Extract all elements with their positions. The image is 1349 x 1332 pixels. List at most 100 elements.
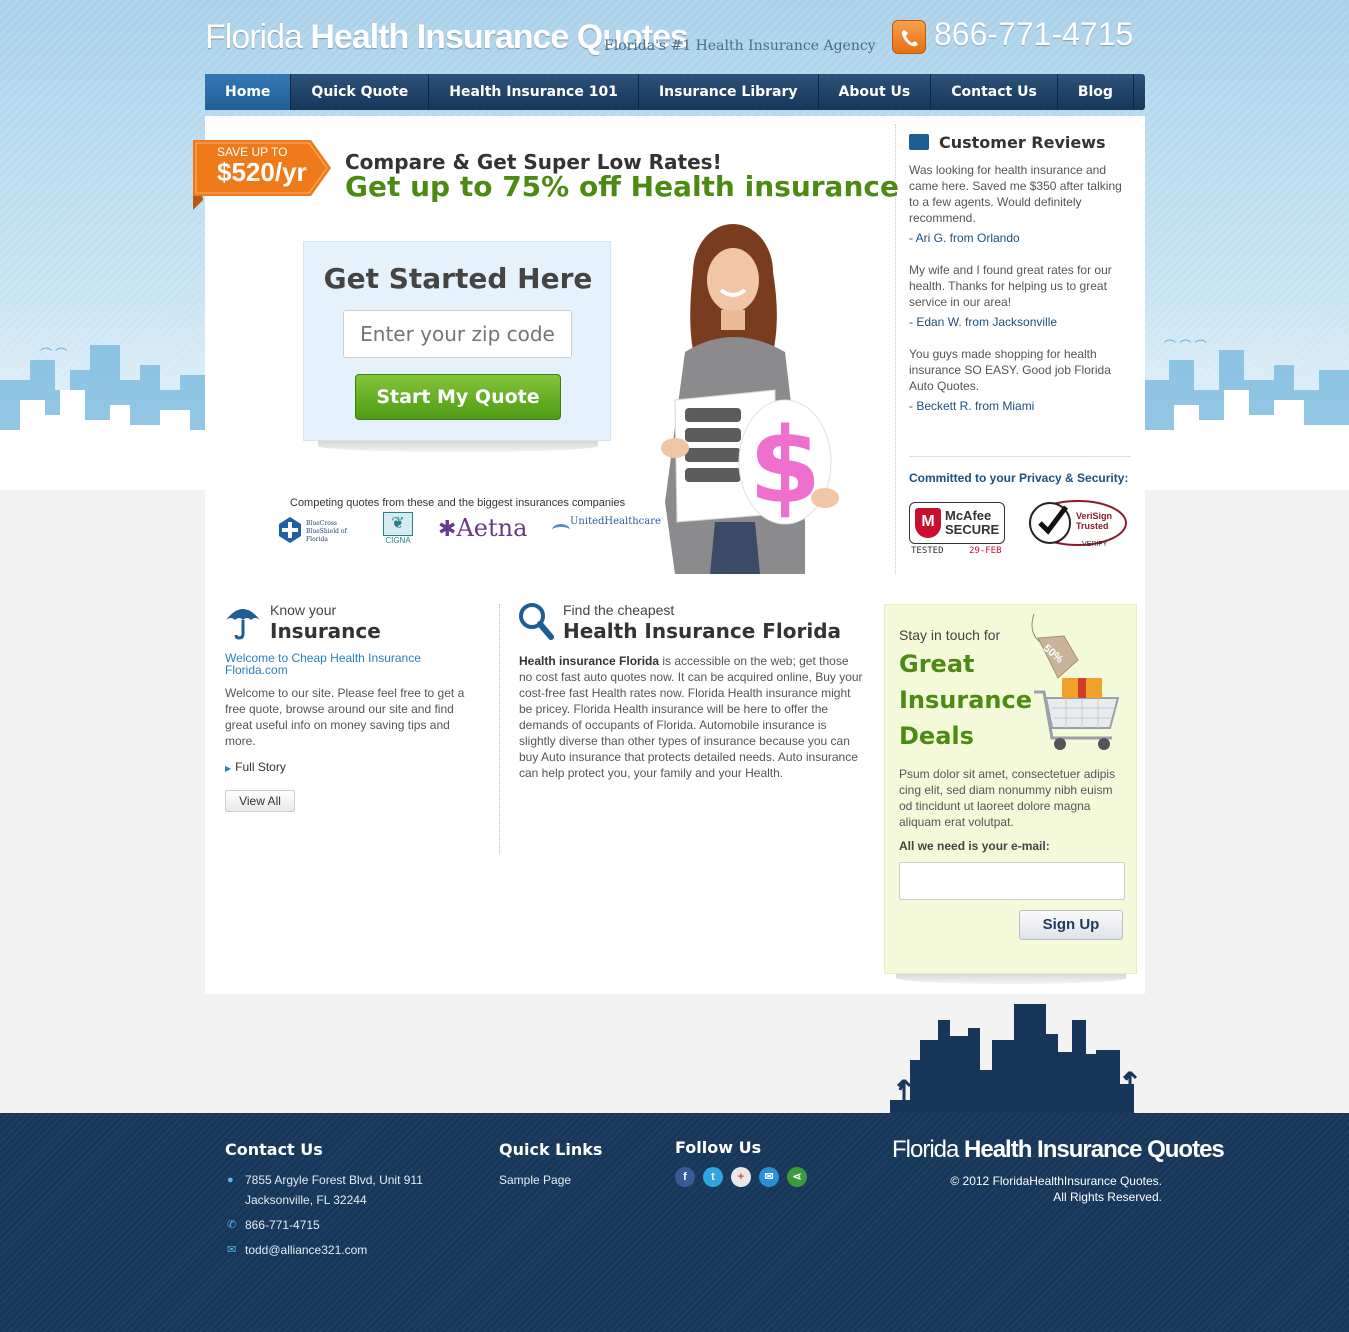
know-small-heading: Know your <box>270 602 337 618</box>
logo-light-text: Florida <box>205 18 311 56</box>
footer-email[interactable]: todd@alliance321.com <box>245 1243 367 1257</box>
svg-text:⌒ ⌒ ⌒: ⌒ ⌒ ⌒ <box>1164 339 1207 353</box>
review-author: - Beckett R. from Miami <box>909 399 1035 413</box>
facebook-icon[interactable]: f <box>675 1167 695 1187</box>
deals-line: Deals <box>899 722 974 750</box>
google-icon[interactable]: + <box>731 1167 751 1187</box>
review-author: - Ari G. from Orlando <box>909 231 1020 245</box>
quote-form: Get Started Here Start My Quote <box>303 241 611 441</box>
footer-phone[interactable]: 866-771-4715 <box>245 1218 320 1232</box>
email-label: All we need is your e-mail: <box>899 839 1050 853</box>
view-all-button[interactable]: View All <box>225 790 295 812</box>
deals-line: Great <box>899 650 975 678</box>
cigna-text: CIGNA <box>385 536 411 545</box>
competing-text: Competing quotes from these and the bigg… <box>290 497 626 509</box>
zip-code-input[interactable] <box>343 310 572 358</box>
footer-links-title: Quick Links <box>499 1140 603 1159</box>
find-text-body: is accessible on the web; get those no c… <box>519 654 863 780</box>
magnifier-icon <box>519 603 554 640</box>
deals-heading: Great Insurance Deals <box>899 646 1032 754</box>
know-text: Welcome to our site. Please feel free to… <box>225 686 465 748</box>
badge-amount: $520/yr <box>217 157 307 187</box>
bcbs-logo: BlueCross BlueShield of Florida <box>278 516 364 544</box>
footer-address-line2: Jacksonville, FL 32244 <box>245 1193 367 1207</box>
city-silhouette-right: ⌒ ⌒ ⌒ <box>1144 339 1349 490</box>
sign-up-button[interactable]: Sign Up <box>1019 910 1123 940</box>
copyright-line: All Rights Reserved. <box>1053 1190 1162 1204</box>
find-text: Health insurance Florida is accessible o… <box>519 653 863 781</box>
woman-holding-sign-image: $ <box>661 224 839 574</box>
header-phone[interactable]: 866-771-4715 <box>934 16 1133 53</box>
united-text: UnitedHealthcare <box>570 516 661 527</box>
copyright-line: © 2012 FloridaHealthInsurance Quotes. <box>950 1174 1162 1188</box>
nav-home[interactable]: Home <box>205 74 292 110</box>
nav-contact-us[interactable]: Contact Us <box>931 74 1058 110</box>
find-text-lead: Health insurance Florida <box>519 654 660 668</box>
united-healthcare-logo: UnitedHealthcare <box>552 516 661 544</box>
aetna-text: Aetna <box>456 514 528 542</box>
svg-text:⌒ ⌒: ⌒ ⌒ <box>40 347 67 361</box>
bcbs-text: BlueCross BlueShield of Florida <box>306 520 347 543</box>
cigna-tree-icon: ❦ <box>383 512 413 536</box>
reviews-title-text: Customer Reviews <box>939 133 1106 152</box>
know-big-heading: Insurance <box>270 619 381 643</box>
nav-about-us[interactable]: About Us <box>819 74 932 110</box>
mcafee-tested-text: TESTED <box>911 546 944 556</box>
mcafee-date: 29-FEB <box>969 546 1002 556</box>
privacy-heading: Committed to your Privacy & Security: <box>909 471 1129 485</box>
footer-link-sample-page[interactable]: Sample Page <box>499 1173 571 1187</box>
offer-heading: Get up to 75% off Health insurance <box>345 170 899 203</box>
mcafee-secure-badge[interactable]: M McAfee SECURE TESTED 29-FEB <box>909 502 1005 558</box>
svg-text:$: $ <box>749 405 821 527</box>
review-author: - Edan W. from Jacksonville <box>909 315 1058 329</box>
partner-logos: BlueCross BlueShield of Florida ❦ CIGNA … <box>278 512 661 548</box>
share-icon[interactable]: ⋖ <box>787 1167 807 1187</box>
mcafee-brand: McAfee <box>945 508 992 523</box>
find-big-heading: Health Insurance Florida <box>563 619 842 643</box>
nav-health-insurance-101[interactable]: Health Insurance 101 <box>429 74 639 110</box>
full-story-link[interactable]: Full Story <box>225 760 286 774</box>
footer-follow-title: Follow Us <box>675 1138 762 1157</box>
review-text: My wife and I found great rates for our … <box>909 263 1112 309</box>
city-silhouette-left: ⌒ ⌒ <box>0 345 205 490</box>
reviews-title: Customer Reviews <box>909 133 1106 152</box>
start-quote-button[interactable]: Start My Quote <box>355 374 561 420</box>
form-title: Get Started Here <box>323 262 593 295</box>
mcafee-shield-icon: M <box>915 508 941 538</box>
footer-logo[interactable]: Florida Health Insurance Quotes <box>892 1136 1225 1164</box>
stay-in-touch-text: Stay in touch for <box>899 627 1001 643</box>
newsletter-text: Psum dolor sit amet, consectetuer adipis… <box>899 767 1116 829</box>
section-divider <box>499 604 500 854</box>
footer-address-line1: 7855 Argyle Forest Blvd, Unit 911 <box>245 1173 423 1187</box>
location-pin-icon: ● <box>227 1174 234 1186</box>
copyright: © 2012 FloridaHealthInsurance Quotes. Al… <box>950 1173 1162 1205</box>
welcome-link[interactable]: Welcome to Cheap Health Insurance Florid… <box>225 652 465 676</box>
nav-blog[interactable]: Blog <box>1058 74 1134 110</box>
nav-insurance-library[interactable]: Insurance Library <box>639 74 819 110</box>
mcafee-secure-text: SECURE <box>945 522 1000 537</box>
tagline: Florida's #1 Health Insurance Agency <box>604 38 876 54</box>
email-icon[interactable]: ✉ <box>759 1167 779 1187</box>
nav-quick-quote[interactable]: Quick Quote <box>291 74 430 110</box>
aetna-figure-icon: ✱ <box>438 516 457 541</box>
footer-logo-bold: Health Insurance Quotes <box>964 1136 1225 1163</box>
united-swoosh-icon <box>552 524 570 536</box>
reviews-divider <box>909 456 1131 457</box>
find-small-heading: Find the cheapest <box>563 602 675 618</box>
footer-logo-light: Florida <box>892 1136 965 1163</box>
review-text: Was looking for health insurance and cam… <box>909 163 1122 225</box>
envelope-icon: ✉ <box>227 1244 237 1256</box>
form-shadow <box>318 440 598 452</box>
shopping-cart-icon: 50% <box>1026 612 1122 754</box>
main-nav: Home Quick Quote Health Insurance 101 In… <box>205 74 1145 110</box>
verisign-trusted-text: Trusted <box>1076 521 1109 531</box>
aetna-logo: ✱Aetna <box>438 514 527 546</box>
cigna-logo: ❦ CIGNA <box>380 512 416 546</box>
savings-badge: SAVE UP TO $520/yr <box>193 140 333 210</box>
twitter-icon[interactable]: t <box>703 1167 723 1187</box>
email-field[interactable] <box>899 862 1125 900</box>
footer-contact-title: Contact Us <box>225 1140 323 1159</box>
deals-line: Insurance <box>899 686 1033 714</box>
verisign-verify-text: VERIFY <box>1082 541 1108 548</box>
verisign-trusted-badge[interactable]: VeriSign Trusted VERIFY <box>1026 497 1130 553</box>
